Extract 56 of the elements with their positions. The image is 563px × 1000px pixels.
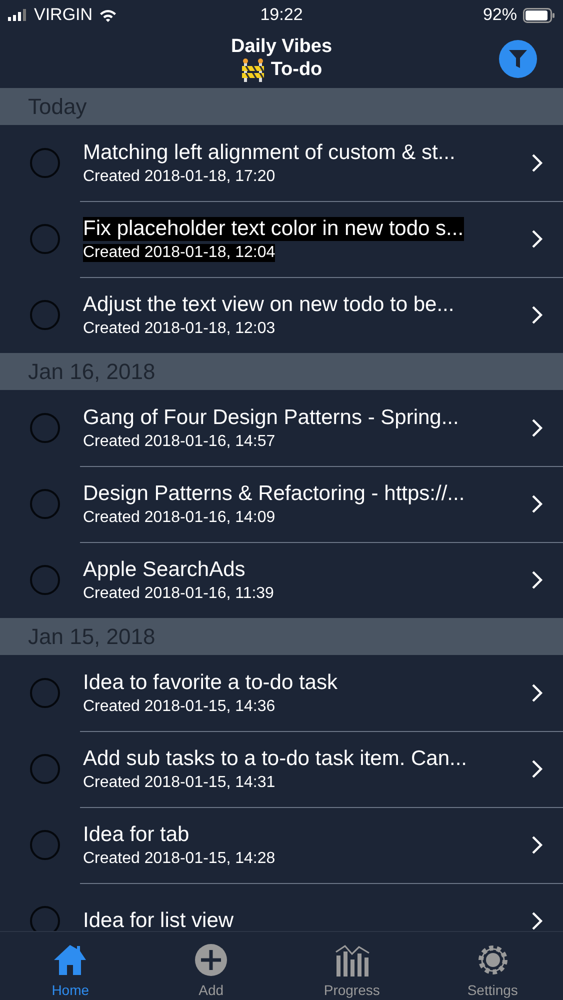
task-title: Design Patterns & Refactoring - https://...: [83, 482, 465, 506]
tab-button[interactable]: Add: [140, 932, 282, 1000]
checkbox-circle[interactable]: [30, 224, 60, 254]
chevron-icon: [531, 153, 543, 173]
task-date: Created 2018-01-15, 14:36: [83, 698, 276, 716]
chevron-icon: [531, 759, 543, 779]
task-date: Created 2018-01-16, 11:39: [83, 584, 274, 602]
house-icon: [52, 942, 88, 978]
filter-button[interactable]: [499, 40, 537, 78]
task-date: Created 2018-01-18, 17:20: [83, 168, 276, 186]
tab-button[interactable]: Settings: [422, 932, 563, 1000]
battery-percent: 92%: [482, 5, 517, 25]
screen-title: To-do: [270, 59, 322, 81]
chevron-icon: [531, 835, 543, 855]
task-title: Matching left alignment of custom & st...: [83, 140, 456, 164]
task-title: Idea for list view: [83, 909, 234, 931]
checkbox-circle[interactable]: [30, 678, 60, 708]
task-title: Apple SearchAds: [83, 558, 246, 582]
task-date: Created 2018-01-18, 12:04: [83, 244, 276, 262]
task-date: Created 2018-01-16, 14:57: [83, 432, 276, 450]
battery-icon: [523, 8, 555, 22]
app-title: Daily Vibes: [230, 36, 332, 58]
task-date: Created 2018-01-18, 12:03: [83, 320, 276, 338]
checkbox-circle[interactable]: [30, 148, 60, 178]
task-title: Idea for tab: [83, 822, 190, 846]
signal-icon: [8, 9, 28, 21]
task-title: Idea to favorite a to-do task: [83, 670, 338, 694]
chevron-icon: [531, 229, 543, 249]
filter-icon: [508, 48, 528, 70]
checkbox-circle[interactable]: [30, 754, 60, 784]
checkbox-circle[interactable]: [30, 300, 60, 330]
bar-chart-icon: [334, 942, 370, 978]
plus-circle-icon: [193, 942, 230, 978]
tab-button[interactable]: Progress: [282, 932, 422, 1000]
carrier-name: VIRGIN: [34, 5, 93, 25]
task-title: Gang of Four Design Patterns - Spring...: [83, 406, 459, 430]
task-date: Created 2018-01-16, 14:09: [83, 508, 276, 526]
task-date: Created 2018-01-15, 14:28: [83, 850, 276, 868]
checkbox-circle[interactable]: [30, 830, 60, 860]
clock-time: 19:22: [260, 5, 303, 25]
chevron-icon: [531, 418, 543, 438]
barrier-icon: [240, 58, 265, 82]
chevron-icon: [531, 911, 543, 931]
chevron-icon: [531, 305, 543, 325]
checkbox-circle[interactable]: [30, 565, 60, 595]
task-date: Created 2018-01-15, 14:31: [83, 774, 276, 792]
checkbox-circle[interactable]: [30, 413, 60, 443]
chevron-icon: [531, 683, 543, 703]
task-title: Add sub tasks to a to-do task item. Can...: [83, 746, 468, 770]
task-title: Adjust the text view on new todo to be...: [83, 292, 454, 316]
chevron-icon: [531, 494, 543, 514]
wifi-icon: [98, 8, 117, 22]
tab-button[interactable]: Home: [0, 932, 141, 1000]
task-title: Fix placeholder text color in new todo s...: [83, 216, 464, 240]
chevron-icon: [531, 570, 543, 590]
checkbox-circle[interactable]: [30, 489, 60, 519]
